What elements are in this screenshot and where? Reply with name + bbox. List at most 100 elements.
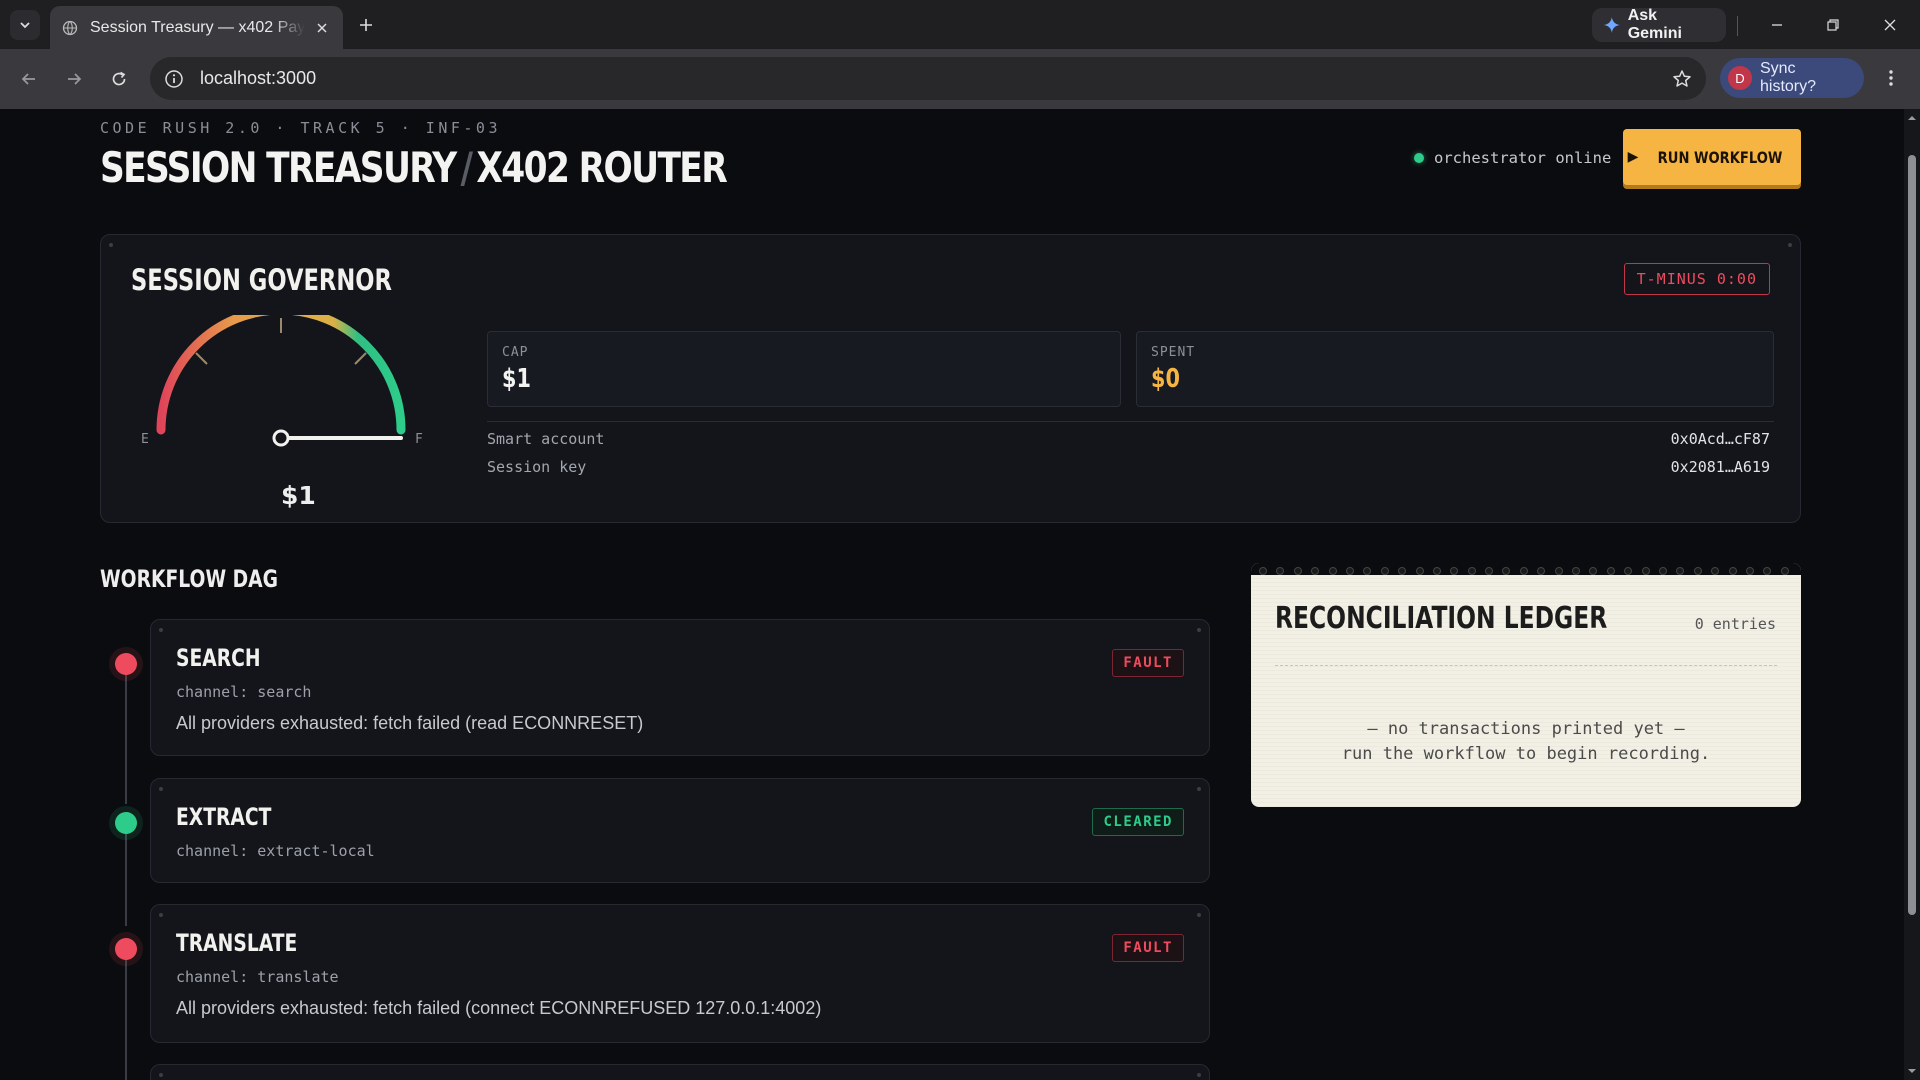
globe-icon [62,20,78,35]
session-key-label: Session key [487,458,587,476]
ledger-empty-line: — no transactions printed yet — [1367,719,1685,739]
countdown-badge: T-MINUS 0:00 [1623,263,1770,295]
perforation-hole [1745,567,1754,575]
browser-toolbar: localhost:3000 D Sync history? [0,49,1920,109]
status-indicator [1414,153,1424,163]
cap-box: CAP $1 [487,331,1121,407]
back-icon[interactable] [16,66,42,92]
gauge-hub [272,429,290,447]
perforation-hole [1276,567,1285,575]
perforation-hole [1589,567,1598,575]
tab-close-icon[interactable] [313,19,331,37]
session-governor-panel: SESSION GOVERNOR T-MINUS 0:00 E F $1 CAP… [100,234,1801,523]
perforation-hole [1485,567,1494,575]
node-title: SEARCH [176,644,261,672]
reload-icon[interactable] [106,66,132,92]
scroll-up-icon[interactable] [1907,113,1917,123]
perforation-hole [1728,567,1737,575]
dag-node-extract[interactable]: EXTRACT CLEARED channel: extract-local [150,778,1210,883]
gauge-tick [195,352,208,365]
sync-history-button[interactable]: D Sync history? [1720,58,1864,98]
session-key-value: 0x2081…A619 [1670,458,1770,476]
page-scrollbar[interactable] [1904,109,1920,1080]
perforation-hole [1693,567,1702,575]
tab-search-button[interactable] [10,10,40,40]
perforation-hole [1658,567,1667,575]
address-bar[interactable]: localhost:3000 [150,57,1706,100]
page-title: SESSION TREASURY / X402 ROUTER [100,143,728,192]
dag-node-partial[interactable] [150,1064,1210,1080]
perforation-hole [1363,567,1372,575]
perforation-hole [1293,567,1302,575]
dag-connector [125,669,127,804]
gemini-icon [1604,17,1620,33]
spent-box: SPENT $0 [1136,331,1774,407]
status-badge: FAULT [1112,649,1184,677]
smart-account-label: Smart account [487,430,605,448]
scroll-thumb[interactable] [1908,155,1916,915]
node-channel: channel: extract-local [176,842,375,860]
perforation-hole [1572,567,1581,575]
perforation-hole [1676,567,1685,575]
browser-tab[interactable]: Session Treasury — x402 Payments [50,6,343,49]
dag-node-translate[interactable]: TRANSLATE FAULT channel: translate All p… [150,904,1210,1043]
perforation-hole [1780,567,1789,575]
orchestrator-status: orchestrator online [1414,149,1611,167]
cap-value: $1 [502,364,531,394]
url-text: localhost:3000 [200,68,317,88]
ask-gemini-button[interactable]: Ask Gemini [1592,7,1726,42]
more-menu-icon[interactable] [1878,65,1904,91]
ledger-perforation [1251,563,1801,575]
ledger-empty-line: run the workflow to begin recording. [1341,744,1711,764]
perforation-hole [1641,567,1650,575]
ledger-title: RECONCILIATION LEDGER [1275,601,1608,636]
perforation-hole [1450,567,1459,575]
corner-dot [1197,1073,1201,1077]
corner-dot [109,243,113,247]
play-icon: ▶ [1627,149,1639,165]
gauge-full-label: F [415,432,423,447]
perforation-hole [1415,567,1424,575]
ledger-empty-state: — no transactions printed yet — run the … [1251,717,1801,767]
node-error-message: All providers exhausted: fetch failed (c… [176,998,822,1018]
node-title: EXTRACT [176,803,272,831]
corner-dot [159,913,163,917]
dag-node-search[interactable]: SEARCH FAULT channel: search All provide… [150,619,1210,756]
status-badge: CLEARED [1092,808,1184,836]
perforation-hole [1259,567,1267,575]
dag-node-status-dot [115,938,137,960]
forward-icon[interactable] [61,66,87,92]
perforation-hole [1711,567,1720,575]
perforation-hole [1432,567,1441,575]
site-info-icon[interactable] [164,69,184,89]
corner-dot [1788,243,1792,247]
run-workflow-label: RUN WORKFLOW [1658,147,1783,167]
page-title-slash: / [460,143,474,192]
perforation-hole [1606,567,1615,575]
ledger-entry-count: 0 entries [1694,615,1776,633]
perforation-hole [1624,567,1633,575]
perforation-hole [1467,567,1476,575]
cap-label: CAP [502,345,529,360]
status-badge: FAULT [1112,934,1184,962]
node-channel: channel: search [176,683,312,701]
perforation-hole [1554,567,1563,575]
minimize-icon[interactable] [1764,12,1790,38]
perforation-hole [1537,567,1546,575]
page-title-main: SESSION TREASURY [100,143,457,192]
close-window-icon[interactable] [1877,12,1903,38]
dag-node-status-dot [115,653,137,675]
new-tab-icon[interactable] [354,13,378,37]
workflow-dag-title: WORKFLOW DAG [100,565,279,593]
star-icon[interactable] [1672,69,1692,89]
run-workflow-button[interactable]: ▶ RUN WORKFLOW [1623,129,1801,185]
scroll-down-icon[interactable] [1907,1066,1917,1076]
corner-dot [1197,628,1201,632]
ledger-divider [1275,665,1777,666]
dag-connector [125,826,127,926]
corner-dot [159,1073,163,1077]
page-title-sub: X402 ROUTER [476,143,727,192]
corner-dot [159,787,163,791]
governor-title: SESSION GOVERNOR [131,263,392,297]
restore-icon[interactable] [1820,12,1846,38]
